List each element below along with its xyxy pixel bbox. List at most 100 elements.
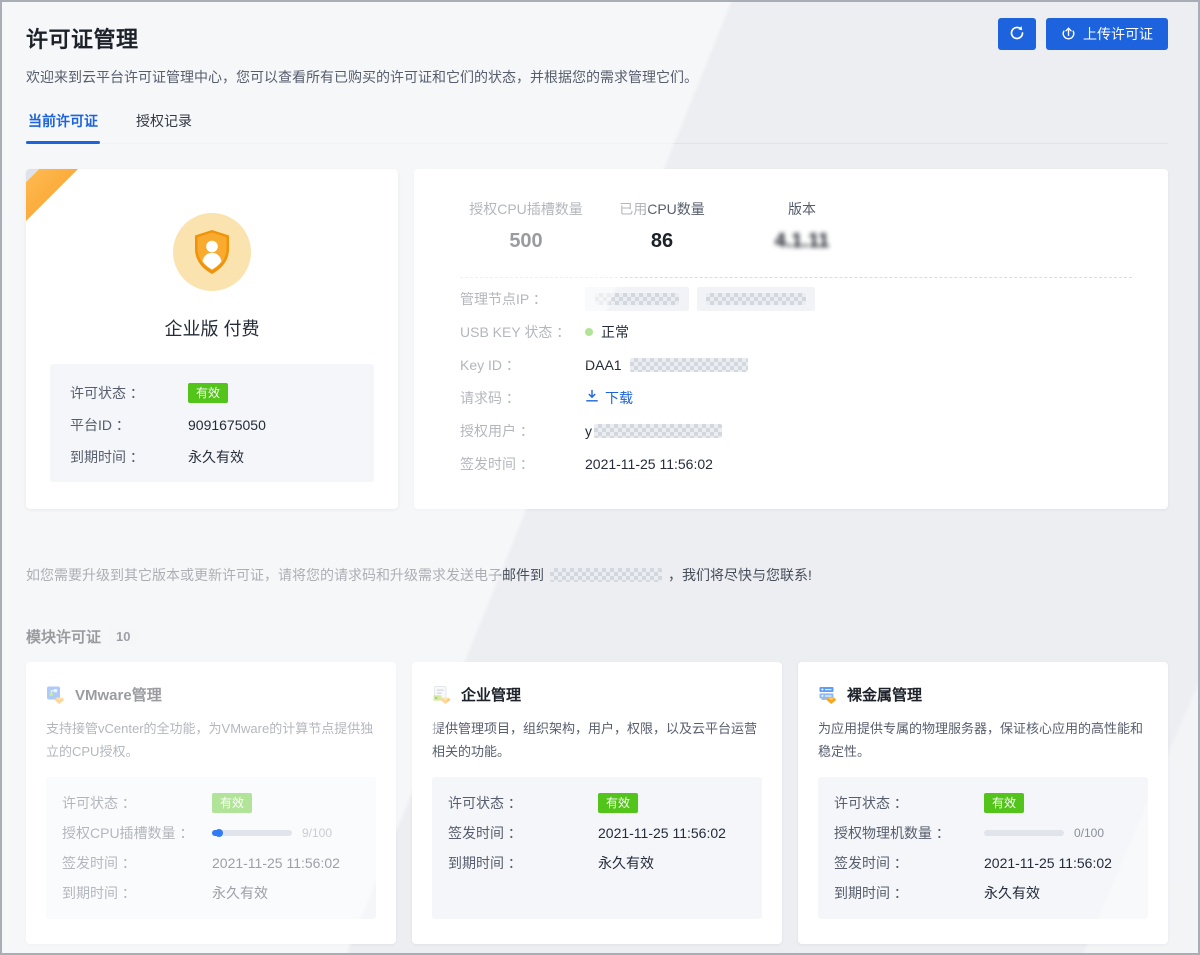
stat-version: 版本 4.1.11 [732,199,872,253]
module-issue-time-row: 签发时间 ： 2021-11-25 11:56:02 [62,848,360,878]
stat-label: 已用CPU数量 [592,199,732,219]
enterprise-module-icon [432,685,452,705]
license-summary-card: 企业版 付费 许可状态 ： 有效 平台ID ： 9091675050 到期时间 … [26,169,398,509]
module-status-row: 许可状态 ： 有效 [448,788,746,818]
module-issue-time-row: 签发时间 ： 2021-11-25 11:56:02 [834,848,1132,878]
authorized-user-prefix: y [585,423,592,439]
module-status-row: 许可状态 ： 有效 [62,788,360,818]
upgrade-note-text-before: 如您需要升级到其它版本或更新许可证，请将您的请求码和升级需求发送电子邮件到 [26,565,544,585]
expire-time-label: 到期时间 ： [70,447,188,467]
upload-license-button[interactable]: 上传许可证 [1046,18,1168,50]
license-status-label: 许可状态 ： [70,383,188,403]
module-expire-time-label: 到期时间 ： [62,883,212,903]
module-status-label: 许可状态 ： [62,793,212,813]
module-quota-label: 授权物理机数量 ： [834,823,984,843]
module-status-row: 许可状态 ： 有效 [834,788,1132,818]
baremetal-module-icon [818,685,838,705]
download-request-code-link[interactable]: 下载 [585,388,633,408]
module-title: 企业管理 [461,684,521,705]
mgmt-node-ip-2 [697,287,815,311]
module-card-header: 企业管理 [432,684,762,705]
module-quota-row: 授权CPU插槽数量 ： 9/100 [62,818,360,848]
authorized-user-row: 授权用户 ： y [460,414,1132,447]
request-code-row: 请求码 ： 下载 [460,381,1132,414]
issue-time-label: 签发时间 ： [460,454,585,474]
module-expire-time-label: 到期时间 ： [448,853,598,873]
module-issue-time-label: 签发时间 ： [62,853,212,873]
upgrade-note: 如您需要升级到其它版本或更新许可证，请将您的请求码和升级需求发送电子邮件到 ，我… [26,565,1168,585]
module-expire-time-row: 到期时间 ： 永久有效 [834,878,1132,908]
module-issue-time-label: 签发时间 ： [448,823,598,843]
module-expire-time-value: 永久有效 [212,883,268,903]
module-card-header: 裸金属管理 [818,684,1148,705]
quota-progress-text: 0/100 [1074,826,1104,840]
page-subtitle: 欢迎来到云平台许可证管理中心，您可以查看所有已购买的许可证和它们的状态，并根据您… [26,67,1168,87]
request-code-label: 请求码 ： [460,388,585,408]
refresh-icon [1009,25,1025,44]
mgmt-node-ip-label: 管理节点IP ： [460,289,585,309]
stat-used-cpu: 已用CPU数量 86 [592,199,732,253]
module-issue-time-value: 2021-11-25 11:56:02 [212,855,340,871]
module-card-enterprise: 企业管理 提供管理项目，组织架构，用户，权限，以及云平台运营相关的功能。 许可状… [412,662,782,944]
module-expire-time-row: 到期时间 ： 永久有效 [448,848,746,878]
module-quota-label: 授权CPU插槽数量 ： [62,823,212,843]
refresh-button[interactable] [998,18,1036,50]
license-shield-icon [173,213,251,291]
quota-progress-bar [212,830,292,836]
usb-key-status-row: USB KEY 状态 ： 正常 [460,315,1132,348]
authorized-user-label: 授权用户 ： [460,421,585,441]
dashed-divider [460,277,1132,278]
module-cards-row: VMware管理 支持接管vCenter的全功能，为VMware的计算节点提供独… [26,662,1168,944]
stat-value: 86 [592,230,732,253]
corner-ribbon [26,169,96,239]
quota-progress-bar [984,830,1064,836]
module-licenses-count-badge: 10 [109,628,137,645]
license-status-badge: 有效 [188,383,228,403]
quota-progress-dot [215,829,223,837]
license-management-page: 许可证管理 欢迎来到云平台许可证管理中心，您可以查看所有已购买的许可证和它们的状… [0,0,1200,955]
usb-key-status-label: USB KEY 状态 ： [460,322,585,342]
module-info-panel: 许可状态 ： 有效 授权物理机数量 ： 0/100 签发时间 ： 2021-11… [818,777,1148,919]
module-title: VMware管理 [75,684,162,705]
page-header: 许可证管理 欢迎来到云平台许可证管理中心，您可以查看所有已购买的许可证和它们的状… [26,2,1168,87]
license-edition: 企业版 付费 [26,315,398,341]
upload-icon [1061,25,1076,43]
expire-time-value: 永久有效 [188,447,244,467]
header-actions: 上传许可证 [998,18,1168,50]
platform-id-label: 平台ID ： [70,415,188,435]
license-stats-row: 授权CPU插槽数量 500 已用CPU数量 86 版本 4.1.11 [460,199,1132,253]
module-expire-time-value: 永久有效 [984,883,1040,903]
stat-authorized-cpu-sockets: 授权CPU插槽数量 500 [460,199,592,253]
quota-progress-text: 9/100 [302,826,332,840]
status-ok-dot [585,328,593,336]
issue-time-row: 签发时间 ： 2021-11-25 11:56:02 [460,447,1132,480]
download-icon [585,389,599,406]
expire-time-row: 到期时间 ： 永久有效 [70,445,354,469]
tab-bar: 当前许可证 授权记录 [26,111,1168,144]
upload-button-label: 上传许可证 [1083,24,1153,44]
module-card-header: VMware管理 [46,684,376,705]
module-licenses-title: 模块许可证 [26,626,101,647]
module-description: 支持接管vCenter的全功能，为VMware的计算节点提供独立的CPU授权。 [46,718,376,764]
module-card-baremetal: 裸金属管理 为应用提供专属的物理服务器，保证核心应用的高性能和稳定性。 许可状态… [798,662,1168,944]
module-issue-time-value: 2021-11-25 11:56:02 [598,825,726,841]
download-link-label: 下载 [605,388,633,408]
license-summary-panel: 许可状态 ： 有效 平台ID ： 9091675050 到期时间 ： 永久有效 [50,364,374,482]
module-status-label: 许可状态 ： [448,793,598,813]
stat-value: 500 [460,230,592,253]
tab-authorization-records[interactable]: 授权记录 [134,111,194,143]
tab-current-license[interactable]: 当前许可证 [26,111,100,143]
mgmt-node-ip-1 [585,287,689,311]
module-expire-time-row: 到期时间 ： 永久有效 [62,878,360,908]
module-status-badge: 有效 [212,793,252,813]
mgmt-node-ip-row: 管理节点IP ： [460,282,1132,315]
module-expire-time-value: 永久有效 [598,853,654,873]
module-info-panel: 许可状态 ： 有效 授权CPU插槽数量 ： 9/100 签发时间 ： 2021-… [46,777,376,919]
platform-id-row: 平台ID ： 9091675050 [70,413,354,437]
vmware-module-icon [46,685,66,705]
module-quota-row: 授权物理机数量 ： 0/100 [834,818,1132,848]
usb-key-status-value: 正常 [601,322,629,342]
module-expire-time-label: 到期时间 ： [834,883,984,903]
license-overview-row: 企业版 付费 许可状态 ： 有效 平台ID ： 9091675050 到期时间 … [26,169,1168,509]
upgrade-note-text-after: ，我们将尽快与您联系! [668,565,812,585]
